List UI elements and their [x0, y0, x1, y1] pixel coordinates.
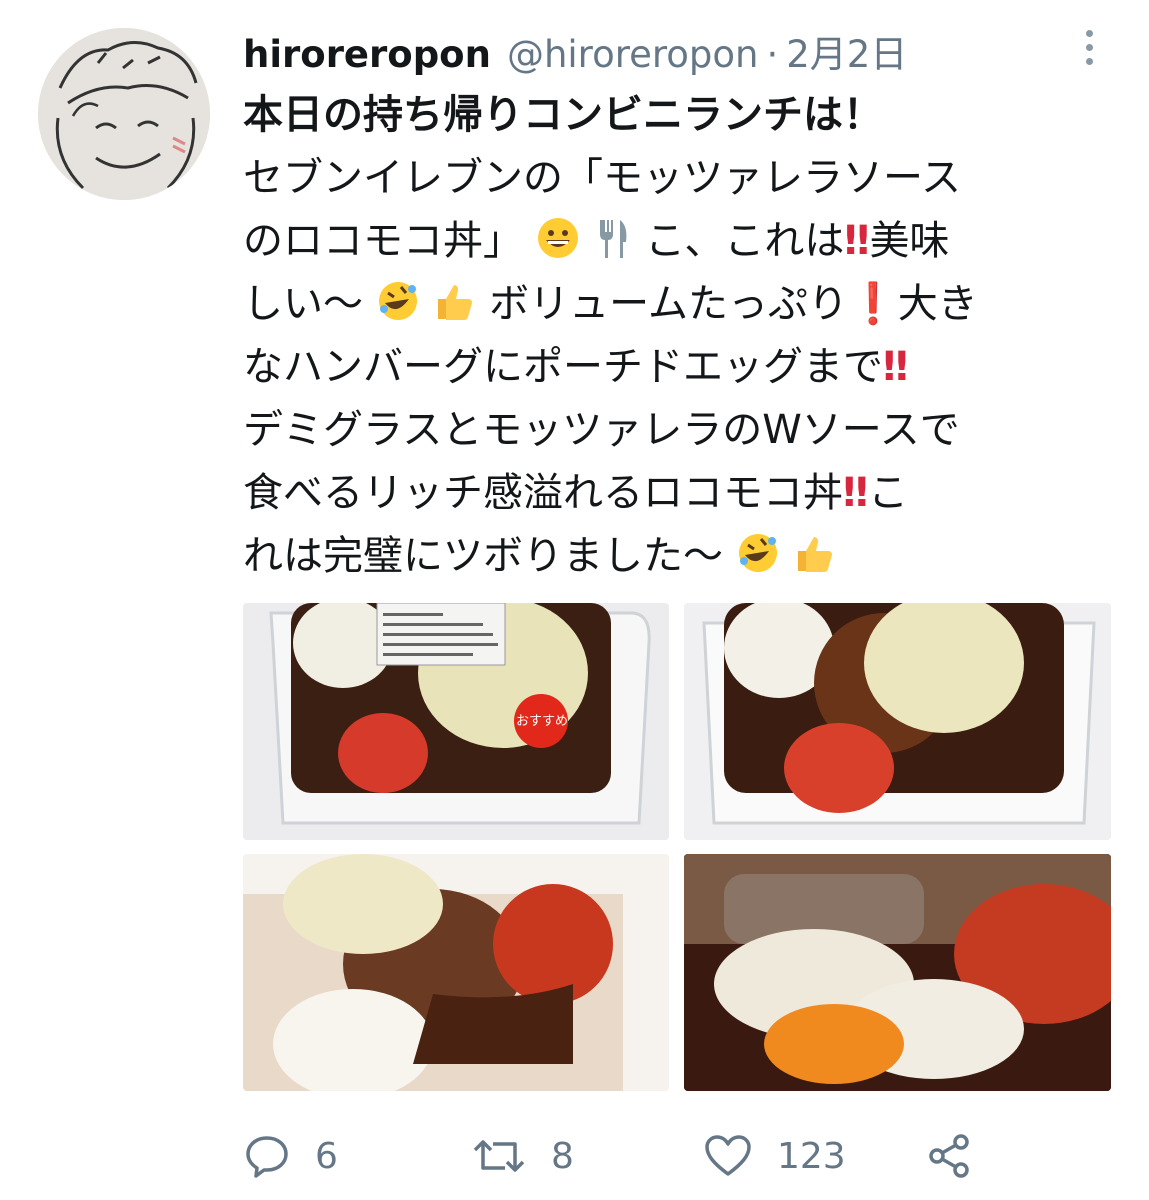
fork-and-knife-icon	[600, 220, 627, 258]
like-button[interactable]: 123	[703, 1124, 846, 1188]
user-handle[interactable]: @hiroreropon	[507, 33, 759, 76]
double-exclamation-icon: ‼	[843, 470, 869, 516]
tweet-header: hiroreropon @hiroreropon · 2月2日	[243, 24, 907, 76]
tweet-line-text: ボリュームたっぷり	[489, 281, 848, 327]
photo-1[interactable]: おすすめ	[243, 603, 669, 840]
avatar[interactable]	[38, 28, 210, 200]
tweet-line-text: なハンバーグにポーチドエッグまで	[243, 344, 883, 390]
rolling-laughing-icon	[378, 282, 417, 320]
double-exclamation-icon: ‼	[844, 218, 870, 264]
reply-count: 6	[315, 1135, 338, 1177]
photo-sticker: おすすめ	[516, 714, 569, 729]
like-count: 123	[777, 1135, 846, 1177]
share-icon	[929, 1134, 969, 1178]
tweet-text: 本日の持ち帰りコンビニランチは！ セブンイレブンの「モッツァレラソース のロコモ…	[243, 84, 1113, 588]
thumbs-up-icon	[798, 537, 833, 572]
tweet-line-text: しい〜	[243, 281, 363, 327]
tweet-line: セブンイレブンの「モッツァレラソース	[243, 155, 961, 201]
share-button[interactable]	[925, 1124, 973, 1188]
action-bar: 6 8 123	[243, 1124, 1113, 1188]
tweet-line: れは完璧にツボりました〜	[243, 525, 1113, 588]
media-grid: おすすめ	[243, 603, 1111, 1091]
tweet-line: なハンバーグにポーチドエッグまで‼	[243, 336, 1113, 399]
avatar-drawing	[38, 28, 210, 200]
photo-4[interactable]	[684, 854, 1111, 1091]
reply-icon	[246, 1136, 288, 1178]
double-exclamation-icon: ‼	[883, 344, 909, 390]
more-options-icon[interactable]	[1078, 30, 1100, 74]
rolling-laughing-icon	[738, 534, 777, 572]
reply-button[interactable]: 6	[243, 1124, 338, 1188]
tweet-line: のロコモコ丼」 こ、これは‼美味	[243, 210, 1113, 273]
tweet-line-text: こ	[868, 470, 909, 516]
exclamation-icon: ❗	[847, 281, 898, 327]
photo-3[interactable]	[243, 854, 669, 1091]
heart-icon	[705, 1135, 751, 1176]
tweet-line-text: れは完璧にツボりました〜	[243, 533, 723, 579]
tweet-date[interactable]: 2月2日	[786, 24, 907, 78]
tweet-line: しい〜 ボリュームたっぷり❗大き	[243, 273, 1113, 336]
separator-dot: ·	[766, 33, 779, 76]
retweet-icon	[473, 1140, 525, 1172]
tweet-line: デミグラスとモッツァレラのWソースで	[243, 407, 960, 453]
thumbs-up-icon	[438, 285, 473, 320]
tweet-line-text: こ、これは	[645, 218, 845, 264]
retweet-button[interactable]: 8	[471, 1124, 574, 1188]
photo-2[interactable]	[684, 603, 1111, 840]
retweet-count: 8	[551, 1135, 574, 1177]
display-name[interactable]: hiroreropon	[243, 33, 491, 76]
tweet-line-text: のロコモコ丼」	[243, 218, 523, 264]
tweet-line-text: 美味	[869, 218, 950, 264]
tweet-line-text: 食べるリッチ感溢れるロコモコ丼	[243, 470, 843, 516]
grinning-face-icon	[537, 218, 578, 258]
tweet-line-text: 大き	[897, 281, 978, 327]
tweet-line: 本日の持ち帰りコンビニランチは！	[243, 92, 883, 138]
tweet-line: 食べるリッチ感溢れるロコモコ丼‼こ	[243, 462, 1113, 525]
